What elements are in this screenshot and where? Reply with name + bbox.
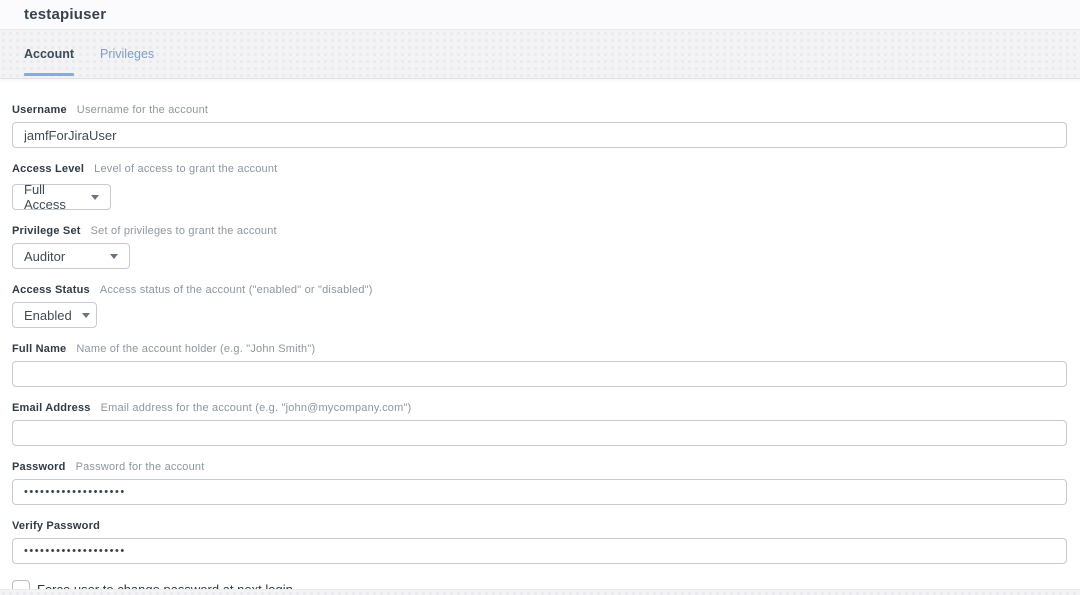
access-level-label: Access Level: [12, 163, 84, 175]
page-header: testapiuser: [0, 0, 1080, 30]
email-address-help: Email address for the account (e.g. "joh…: [101, 402, 412, 414]
tab-privileges[interactable]: Privileges: [100, 30, 154, 78]
field-full-name: Full Name Name of the account holder (e.g…: [12, 342, 1067, 387]
tab-account-label: Account: [24, 47, 74, 61]
privilege-set-value: Auditor: [24, 249, 65, 264]
verify-password-input[interactable]: [12, 538, 1067, 564]
full-name-label: Full Name: [12, 343, 66, 355]
field-privilege-set: Privilege Set Set of privileges to grant …: [12, 224, 1067, 269]
access-status-label: Access Status: [12, 284, 90, 296]
access-status-value: Enabled: [24, 308, 72, 323]
field-access-status: Access Status Access status of the accoun…: [12, 283, 1067, 328]
full-name-help: Name of the account holder (e.g. "John S…: [76, 343, 315, 355]
field-verify-password: Verify Password: [12, 519, 1067, 564]
access-level-help: Level of access to grant the account: [94, 163, 277, 175]
page-title: testapiuser: [24, 6, 106, 23]
account-form: Username Username for the account Access …: [0, 79, 1080, 595]
chevron-down-icon: [110, 254, 118, 259]
chevron-down-icon: [91, 195, 99, 200]
field-email-address: Email Address Email address for the accou…: [12, 401, 1067, 446]
field-access-level: Access Level Level of access to grant the…: [12, 162, 1067, 210]
username-label: Username: [12, 104, 67, 116]
tab-account[interactable]: Account: [24, 30, 74, 78]
field-password: Password Password for the account: [12, 460, 1067, 505]
tab-privileges-label: Privileges: [100, 47, 154, 61]
email-address-input[interactable]: [12, 420, 1067, 446]
password-input[interactable]: [12, 479, 1067, 505]
privilege-set-label: Privilege Set: [12, 225, 81, 237]
email-address-label: Email Address: [12, 402, 91, 414]
tab-bar: Account Privileges: [0, 30, 1080, 79]
username-input[interactable]: [12, 122, 1067, 148]
chevron-down-icon: [82, 313, 90, 318]
password-help: Password for the account: [76, 461, 205, 473]
access-level-value: Full Access: [24, 182, 81, 212]
password-label: Password: [12, 461, 66, 473]
privilege-set-select[interactable]: Auditor: [12, 243, 130, 269]
username-help: Username for the account: [77, 104, 208, 116]
privilege-set-help: Set of privileges to grant the account: [91, 225, 277, 237]
access-status-help: Access status of the account ("enabled" …: [100, 284, 373, 296]
verify-password-label: Verify Password: [12, 520, 100, 532]
full-name-input[interactable]: [12, 361, 1067, 387]
access-level-select[interactable]: Full Access: [12, 184, 111, 210]
access-status-select[interactable]: Enabled: [12, 302, 97, 328]
field-username: Username Username for the account: [12, 103, 1067, 148]
footer-texture-strip: [0, 589, 1080, 595]
